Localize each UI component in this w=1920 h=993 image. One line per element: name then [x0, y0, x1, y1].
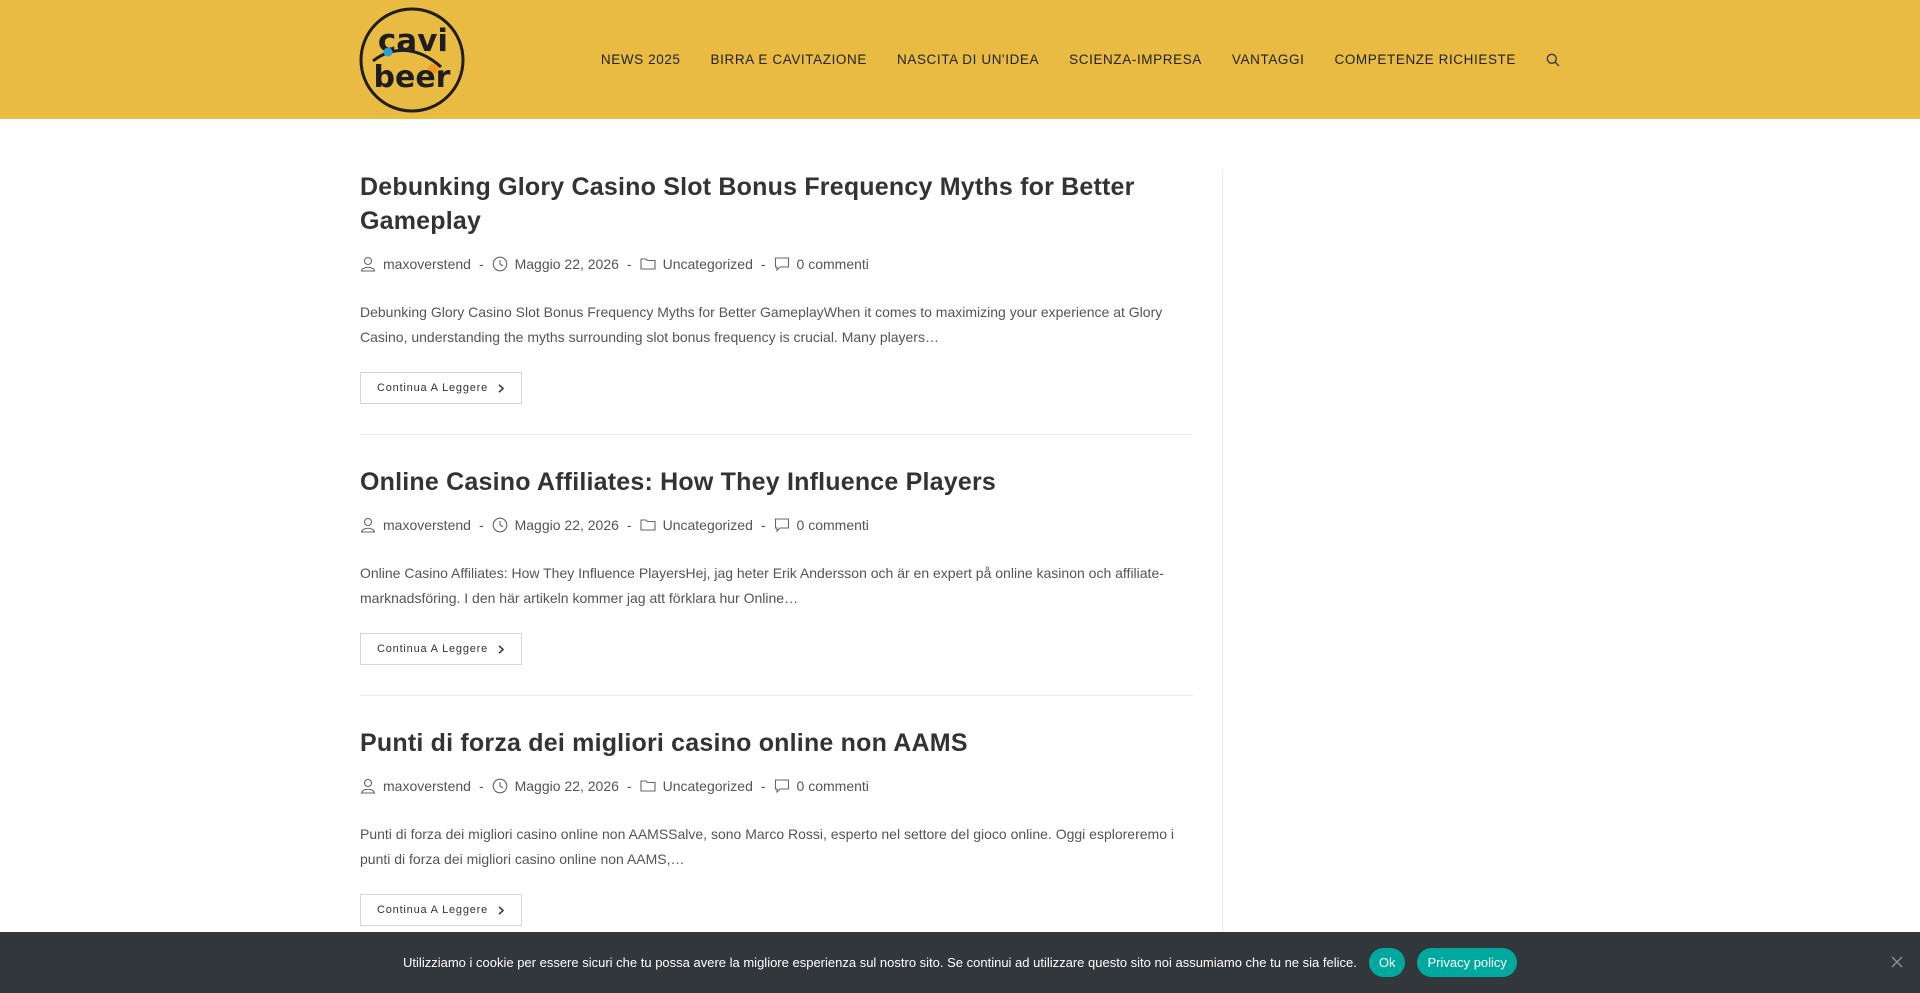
- privacy-policy-button[interactable]: Privacy policy: [1417, 948, 1517, 977]
- cookie-notice-text: Utilizziamo i cookie per essere sicuri c…: [403, 955, 1357, 970]
- post-author[interactable]: maxoverstend: [383, 517, 471, 533]
- post-divider: [360, 695, 1193, 696]
- folder-icon: [640, 258, 656, 270]
- comment-icon: [774, 779, 789, 794]
- site-header: cavi beer NEWS 2025 BIRRA E CAVITAZIONE …: [0, 0, 1920, 119]
- meta-separator: -: [760, 256, 766, 272]
- post-list: Debunking Glory Casino Slot Bonus Freque…: [360, 170, 1193, 926]
- post-comments[interactable]: 0 commenti: [797, 256, 869, 272]
- comment-icon: [774, 518, 789, 533]
- main-nav: NEWS 2025 BIRRA E CAVITAZIONE NASCITA DI…: [601, 0, 1560, 119]
- meta-separator: -: [626, 256, 632, 272]
- meta-separator: -: [478, 256, 484, 272]
- search-icon[interactable]: [1546, 53, 1560, 67]
- cavibeer-logo[interactable]: cavi beer: [359, 7, 465, 113]
- clock-icon: [492, 517, 507, 533]
- chevron-right-icon: [498, 905, 505, 915]
- nav-scienza-impresa[interactable]: SCIENZA-IMPRESA: [1069, 52, 1202, 67]
- post-category[interactable]: Uncategorized: [663, 778, 753, 794]
- cookie-ok-button[interactable]: Ok: [1368, 948, 1406, 977]
- close-icon[interactable]: [1890, 955, 1904, 969]
- sidebar-divider: [1222, 170, 1223, 993]
- folder-icon: [640, 780, 656, 792]
- post-divider: [360, 434, 1193, 435]
- meta-separator: -: [478, 517, 484, 533]
- post-category[interactable]: Uncategorized: [663, 517, 753, 533]
- meta-separator: -: [626, 517, 632, 533]
- post-date: Maggio 22, 2026: [514, 778, 619, 794]
- nav-competenze-richieste[interactable]: COMPETENZE RICHIESTE: [1334, 52, 1516, 67]
- post-excerpt: Debunking Glory Casino Slot Bonus Freque…: [360, 304, 1163, 345]
- post-meta: maxoverstend - Maggio 22, 2026 - Uncateg…: [360, 775, 1193, 797]
- post-excerpt: Online Casino Affiliates: How They Influ…: [360, 565, 1164, 606]
- comment-icon: [774, 257, 789, 272]
- post-title[interactable]: Online Casino Affiliates: How They Influ…: [360, 465, 1193, 499]
- post-comments[interactable]: 0 commenti: [797, 778, 869, 794]
- post-comments[interactable]: 0 commenti: [797, 517, 869, 533]
- nav-vantaggi[interactable]: VANTAGGI: [1232, 52, 1305, 67]
- folder-icon: [640, 519, 656, 531]
- nav-birra-e-cavitazione[interactable]: BIRRA E CAVITAZIONE: [711, 52, 867, 67]
- read-more-button[interactable]: Continua A Leggere: [360, 633, 523, 665]
- post-item: Debunking Glory Casino Slot Bonus Freque…: [360, 170, 1193, 404]
- chevron-right-icon: [498, 383, 505, 393]
- post-meta: maxoverstend - Maggio 22, 2026 - Uncateg…: [360, 253, 1193, 275]
- logo-text-bottom: beer: [374, 60, 451, 95]
- post-date: Maggio 22, 2026: [514, 256, 619, 272]
- user-icon: [360, 778, 376, 794]
- meta-separator: -: [626, 778, 632, 794]
- nav-news-2025[interactable]: NEWS 2025: [601, 52, 681, 67]
- post-item: Punti di forza dei migliori casino onlin…: [360, 726, 1193, 926]
- chevron-right-icon: [498, 644, 505, 654]
- post-item: Online Casino Affiliates: How They Influ…: [360, 465, 1193, 665]
- post-meta: maxoverstend - Maggio 22, 2026 - Uncateg…: [360, 514, 1193, 536]
- post-title[interactable]: Debunking Glory Casino Slot Bonus Freque…: [360, 170, 1193, 238]
- post-author[interactable]: maxoverstend: [383, 256, 471, 272]
- meta-separator: -: [478, 778, 484, 794]
- user-icon: [360, 256, 376, 272]
- read-more-button[interactable]: Continua A Leggere: [360, 372, 523, 404]
- post-title[interactable]: Punti di forza dei migliori casino onlin…: [360, 726, 1193, 760]
- clock-icon: [492, 256, 507, 272]
- read-more-label: Continua A Leggere: [377, 643, 489, 655]
- read-more-label: Continua A Leggere: [377, 382, 489, 394]
- post-author[interactable]: maxoverstend: [383, 778, 471, 794]
- read-more-label: Continua A Leggere: [377, 904, 489, 916]
- user-icon: [360, 517, 376, 533]
- cookie-notice-bar: Utilizziamo i cookie per essere sicuri c…: [0, 932, 1920, 993]
- meta-separator: -: [760, 517, 766, 533]
- meta-separator: -: [760, 778, 766, 794]
- post-category[interactable]: Uncategorized: [663, 256, 753, 272]
- read-more-button[interactable]: Continua A Leggere: [360, 894, 523, 926]
- clock-icon: [492, 778, 507, 794]
- post-date: Maggio 22, 2026: [514, 517, 619, 533]
- nav-nascita-di-un-idea[interactable]: NASCITA DI UN'IDEA: [897, 52, 1039, 67]
- post-excerpt: Punti di forza dei migliori casino onlin…: [360, 826, 1174, 867]
